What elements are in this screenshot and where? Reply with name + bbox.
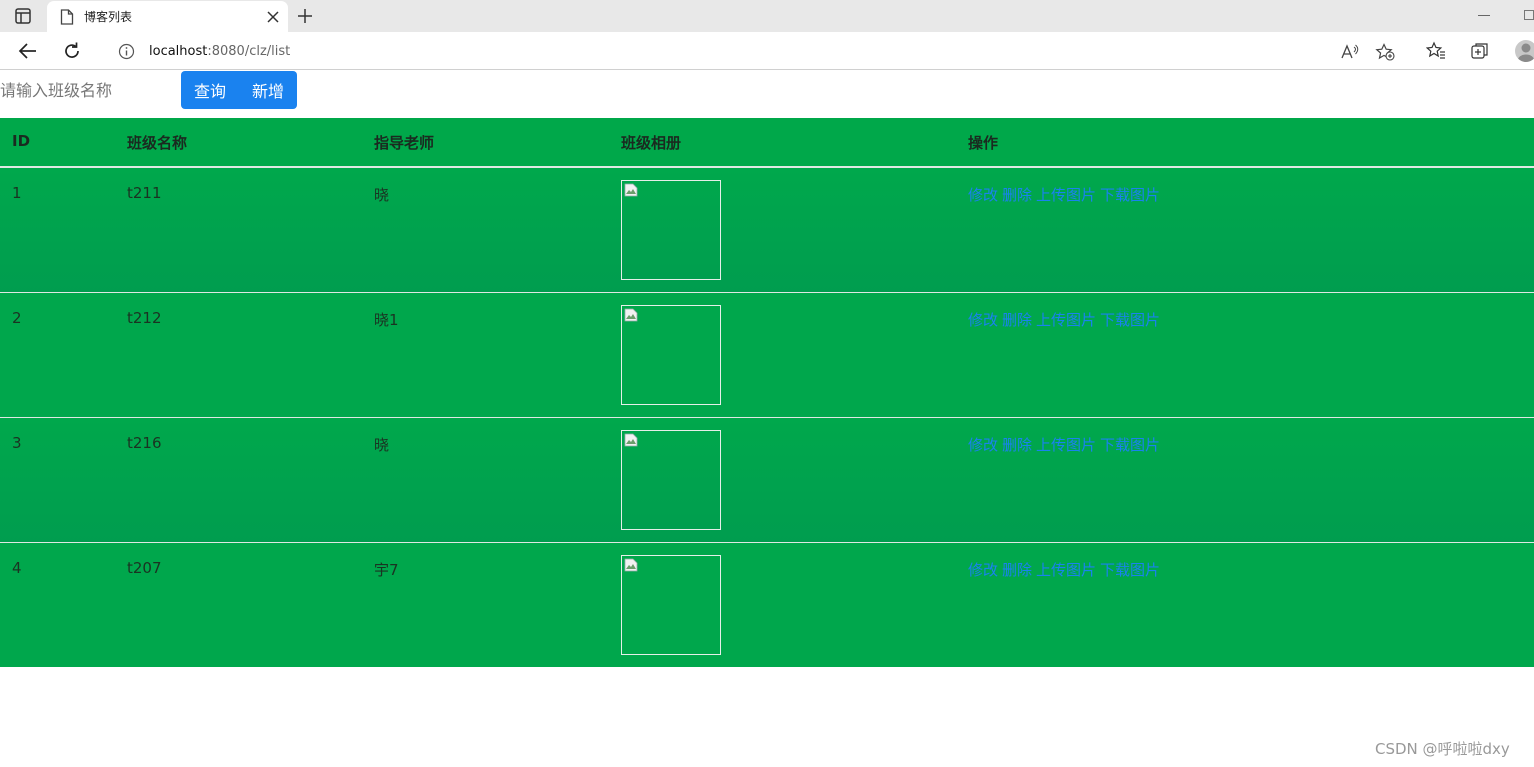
browser-tab-bar: 博客列表: [0, 0, 1534, 32]
add-button[interactable]: 新增: [239, 71, 297, 109]
watermark: CSDN @呼啦啦dxy: [1375, 740, 1510, 758]
delete-link[interactable]: 删除: [1002, 311, 1032, 329]
upload-image-link[interactable]: 上传图片: [1036, 311, 1096, 329]
upload-image-link[interactable]: 上传图片: [1036, 436, 1096, 454]
maximize-icon[interactable]: [1524, 10, 1534, 20]
album-image: [621, 429, 721, 530]
read-aloud-icon[interactable]: [1340, 43, 1360, 61]
header-class-name: 班级名称: [115, 118, 362, 168]
cell-id: 2: [0, 291, 115, 417]
site-info-icon[interactable]: [118, 43, 135, 60]
edit-link[interactable]: 修改: [968, 311, 998, 329]
cell-class-name: t216: [115, 416, 362, 542]
cell-class-name: t211: [127, 184, 162, 202]
cell-album: [609, 167, 956, 292]
page-icon: [60, 9, 74, 25]
browser-toolbar: localhost:8080/clz/list: [0, 32, 1534, 70]
close-tab-icon[interactable]: [264, 8, 282, 26]
cell-album: [609, 541, 956, 667]
table-row: 3 t216 晓 修改 删除 上传图片 下载图片: [0, 416, 1534, 542]
cell-actions: 修改 删除 上传图片 下载图片: [956, 167, 1534, 292]
query-button[interactable]: 查询: [181, 71, 239, 109]
class-table: ID 班级名称 指导老师 班级相册 操作 1 t211 晓 修改 删除 上传图片 下载…: [0, 118, 1534, 667]
album-image: [621, 180, 721, 280]
add-favorite-icon[interactable]: [1375, 43, 1395, 61]
table-row: 4 t207 宇7 修改 删除 上传图片 下载图片: [0, 541, 1534, 667]
download-image-link[interactable]: 下载图片: [1100, 311, 1160, 329]
upload-image-link[interactable]: 上传图片: [1036, 186, 1096, 204]
edit-link[interactable]: 修改: [968, 436, 998, 454]
header-teacher: 指导老师: [362, 118, 609, 168]
table-header-row: ID 班级名称 指导老师 班级相册 操作: [0, 118, 1534, 168]
cell-teacher: 晓: [362, 416, 609, 542]
tab-title: 博客列表: [84, 10, 133, 24]
url-path: :8080/clz/list: [207, 44, 291, 59]
header-album: 班级相册: [609, 118, 956, 168]
delete-link[interactable]: 删除: [1002, 561, 1032, 579]
user-icon: [1518, 43, 1534, 62]
table-row: 2 t212 晓1 修改 删除 上传图片 下载图片: [0, 291, 1534, 417]
upload-image-link[interactable]: 上传图片: [1036, 561, 1096, 579]
edit-link[interactable]: 修改: [968, 561, 998, 579]
tab-actions-icon[interactable]: [14, 7, 32, 25]
broken-image-icon: [624, 183, 638, 197]
new-tab-icon[interactable]: [295, 6, 315, 26]
edit-link[interactable]: 修改: [968, 186, 998, 204]
cell-id: 3: [0, 416, 115, 542]
url-text[interactable]: localhost:8080/clz/list: [149, 44, 290, 59]
cell-class-name: t212: [115, 291, 362, 417]
header-id: ID: [0, 118, 115, 168]
cell-actions: 修改 删除 上传图片 下载图片: [956, 291, 1534, 417]
refresh-icon[interactable]: [61, 40, 83, 62]
cell-teacher: 晓1: [362, 291, 609, 417]
delete-link[interactable]: 删除: [1002, 186, 1032, 204]
minimize-icon[interactable]: [1478, 15, 1490, 16]
address-bar[interactable]: localhost:8080/clz/list: [100, 36, 1408, 67]
broken-image-icon: [624, 308, 638, 321]
cell-actions: 修改 删除 上传图片 下载图片: [956, 541, 1534, 667]
download-image-link[interactable]: 下载图片: [1100, 561, 1160, 579]
profile-avatar[interactable]: [1515, 40, 1534, 62]
broken-image-icon: [624, 558, 638, 571]
cell-album: [609, 291, 956, 417]
album-image: [621, 304, 721, 405]
cell-teacher: 晓: [374, 186, 390, 204]
download-image-link[interactable]: 下载图片: [1100, 186, 1160, 204]
cell-id: 1: [12, 184, 22, 202]
table-row: 1 t211 晓 修改 删除 上传图片 下载图片: [0, 167, 1534, 292]
back-icon[interactable]: [17, 40, 39, 62]
browser-tab[interactable]: 博客列表: [47, 1, 288, 32]
cell-class-name: t207: [115, 541, 362, 667]
header-actions: 操作: [956, 118, 1534, 168]
cell-actions: 修改 删除 上传图片 下载图片: [956, 416, 1534, 542]
download-image-link[interactable]: 下载图片: [1100, 436, 1160, 454]
class-name-search-input[interactable]: [0, 71, 181, 109]
cell-album: [609, 416, 956, 542]
album-image: [621, 554, 721, 655]
url-host: localhost: [149, 44, 208, 59]
favorites-icon[interactable]: [1426, 41, 1446, 61]
cell-teacher: 宇7: [362, 541, 609, 667]
delete-link[interactable]: 删除: [1002, 436, 1032, 454]
cell-id: 4: [0, 541, 115, 667]
broken-image-icon: [624, 433, 638, 446]
collections-icon[interactable]: [1470, 41, 1490, 61]
